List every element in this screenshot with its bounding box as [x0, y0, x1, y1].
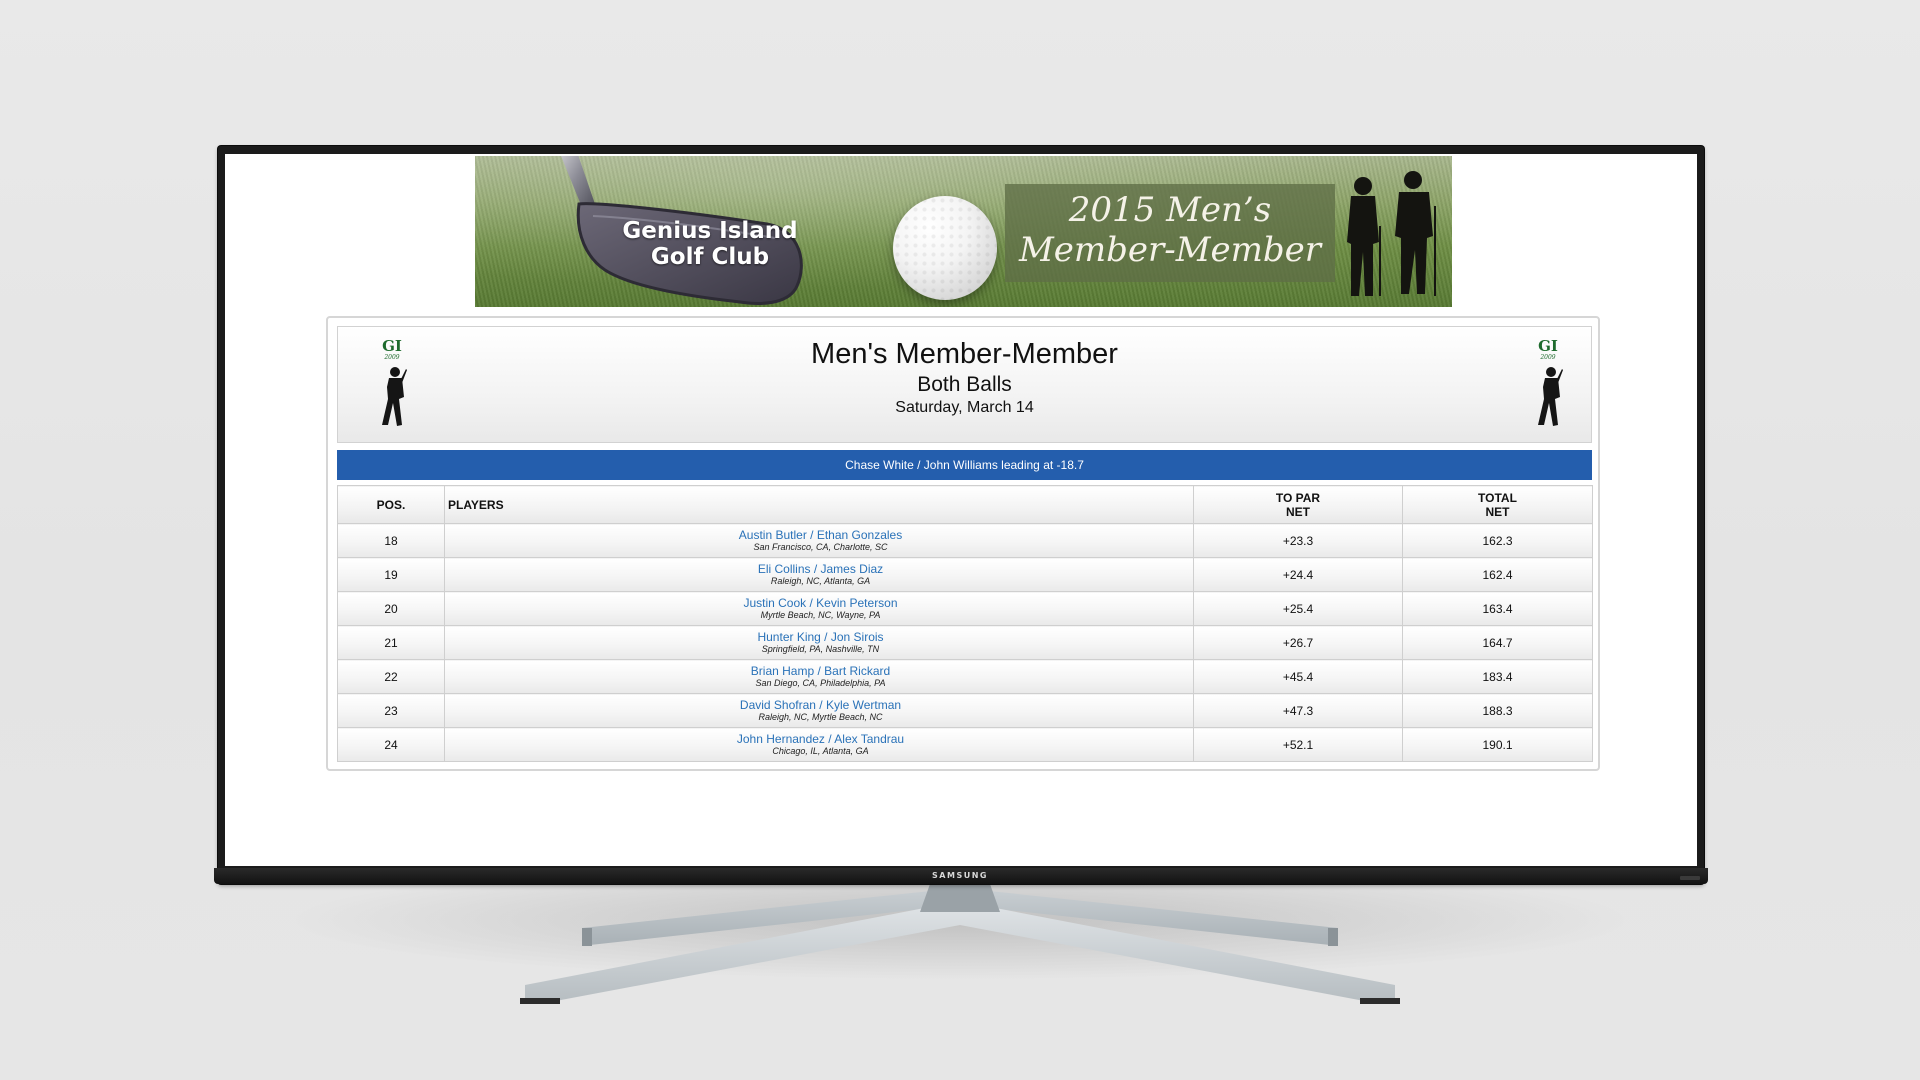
column-header-total-net[interactable]: TOTAL NET	[1402, 485, 1593, 524]
leader-banner: Chase White / John Williams leading at -…	[337, 450, 1592, 480]
cell-to-par-net: +47.3	[1193, 693, 1403, 728]
cell-players: Hunter King / Jon Sirois Springfield, PA,…	[444, 625, 1194, 660]
cell-position: 20	[337, 591, 445, 626]
column-header-pos[interactable]: POS.	[337, 485, 445, 524]
player-team-link[interactable]: David Shofran / Kyle Wertman	[448, 699, 1193, 712]
cell-position: 23	[337, 693, 445, 728]
event-banner: Genius Island Golf Club 2015 Men’s Membe…	[475, 156, 1452, 307]
cell-players: David Shofran / Kyle Wertman Raleigh, NC,…	[444, 693, 1194, 728]
tv-power-indicator	[1680, 876, 1700, 880]
player-team-link[interactable]: Brian Hamp / Bart Rickard	[448, 665, 1193, 678]
player-team-link[interactable]: Hunter King / Jon Sirois	[448, 631, 1193, 644]
cell-position: 24	[337, 727, 445, 762]
cell-to-par-net: +45.4	[1193, 659, 1403, 694]
player-hometowns: Raleigh, NC, Atlanta, GA	[770, 576, 871, 586]
leaderboard-header: GI 2009 Men's Member-Member Both Balls S…	[337, 326, 1592, 443]
tv-screen: Genius Island Golf Club 2015 Men’s Membe…	[225, 154, 1697, 866]
player-team-link[interactable]: Eli Collins / James Diaz	[448, 563, 1193, 576]
cell-to-par-net: +25.4	[1193, 591, 1403, 626]
cell-players: Austin Butler / Ethan Gonzales San Franci…	[444, 523, 1194, 558]
player-hometowns: Raleigh, NC, Myrtle Beach, NC	[758, 712, 883, 722]
event-title-box: 2015 Men’s Member-Member	[1005, 184, 1335, 282]
golfer-icon	[1538, 367, 1563, 426]
cell-to-par-net: +23.3	[1193, 523, 1403, 558]
cell-total-net: 188.3	[1402, 693, 1593, 728]
cell-players: Eli Collins / James Diaz Raleigh, NC, Atl…	[444, 557, 1194, 592]
logo-year: 2009	[1540, 354, 1556, 361]
cell-position: 21	[337, 625, 445, 660]
cell-players: Justin Cook / Kevin Peterson Myrtle Beach…	[444, 591, 1194, 626]
cell-total-net: 163.4	[1402, 591, 1593, 626]
cell-total-net: 190.1	[1402, 727, 1593, 762]
table-header-row: POS. PLAYERS TO PAR NET TOTAL NET	[337, 485, 1593, 524]
leaderboard: GI 2009 Men's Member-Member Both Balls S…	[326, 316, 1600, 771]
player-hometowns: San Diego, CA, Philadelphia, PA	[755, 678, 886, 688]
player-hometowns: Chicago, IL, Atlanta, GA	[772, 746, 869, 756]
player-team-link[interactable]: Austin Butler / Ethan Gonzales	[448, 529, 1193, 542]
cell-position: 18	[337, 523, 445, 558]
table-row: 22 Brian Hamp / Bart Rickard San Diego, CA…	[337, 659, 1593, 694]
logo-monogram: GI	[1538, 337, 1558, 355]
player-hometowns: Springfield, PA, Nashville, TN	[761, 644, 880, 654]
cell-total-net: 162.4	[1402, 557, 1593, 592]
player-hometowns: San Francisco, CA, Charlotte, SC	[753, 542, 888, 552]
column-header-players[interactable]: PLAYERS	[444, 485, 1194, 524]
table-row: 21 Hunter King / Jon Sirois Springfield, P…	[337, 625, 1593, 660]
scores-table: POS. PLAYERS TO PAR NET TOTAL NET 18 Austin…	[337, 485, 1593, 762]
event-name: Men's Member-Member	[811, 338, 1118, 370]
tv-brand-logo: SAMSUNG	[932, 871, 988, 880]
cell-players: Brian Hamp / Bart Rickard San Diego, CA, …	[444, 659, 1194, 694]
golf-ball-image	[893, 196, 997, 300]
event-date: Saturday, March 14	[895, 399, 1034, 416]
format-name: Both Balls	[917, 373, 1012, 396]
cell-to-par-net: +52.1	[1193, 727, 1403, 762]
cell-to-par-net: +24.4	[1193, 557, 1403, 592]
cell-total-net: 183.4	[1402, 659, 1593, 694]
player-team-link[interactable]: John Hernandez / Alex Tandrau	[448, 733, 1193, 746]
cell-position: 19	[337, 557, 445, 592]
club-name-line2: Golf Club	[650, 244, 770, 270]
event-title-line2: Member-Member	[1018, 230, 1322, 270]
cell-to-par-net: +26.7	[1193, 625, 1403, 660]
club-logo-right: GI 2009	[1530, 339, 1570, 435]
table-row: 23 David Shofran / Kyle Wertman Raleigh, N…	[337, 693, 1593, 728]
event-title: 2015 Men’s Member-Member	[1005, 190, 1335, 270]
club-name-line1: Genius Island	[622, 218, 798, 244]
event-title-line1: 2015 Men’s	[1068, 190, 1272, 230]
table-row: 24 John Hernandez / Alex Tandrau Chicago, …	[337, 727, 1593, 762]
table-row: 18 Austin Butler / Ethan Gonzales San Fran…	[337, 523, 1593, 558]
cell-position: 22	[337, 659, 445, 694]
cell-players: John Hernandez / Alex Tandrau Chicago, IL…	[444, 727, 1194, 762]
player-team-link[interactable]: Justin Cook / Kevin Peterson	[448, 597, 1193, 610]
cell-total-net: 162.3	[1402, 523, 1593, 558]
table-row: 20 Justin Cook / Kevin Peterson Myrtle Bea…	[337, 591, 1593, 626]
player-hometowns: Myrtle Beach, NC, Wayne, PA	[760, 610, 881, 620]
table-row: 19 Eli Collins / James Diaz Raleigh, NC, A…	[337, 557, 1593, 592]
cell-total-net: 164.7	[1402, 625, 1593, 660]
club-name: Genius Island Golf Club	[615, 218, 805, 270]
column-header-to-par-net[interactable]: TO PAR NET	[1193, 485, 1403, 524]
